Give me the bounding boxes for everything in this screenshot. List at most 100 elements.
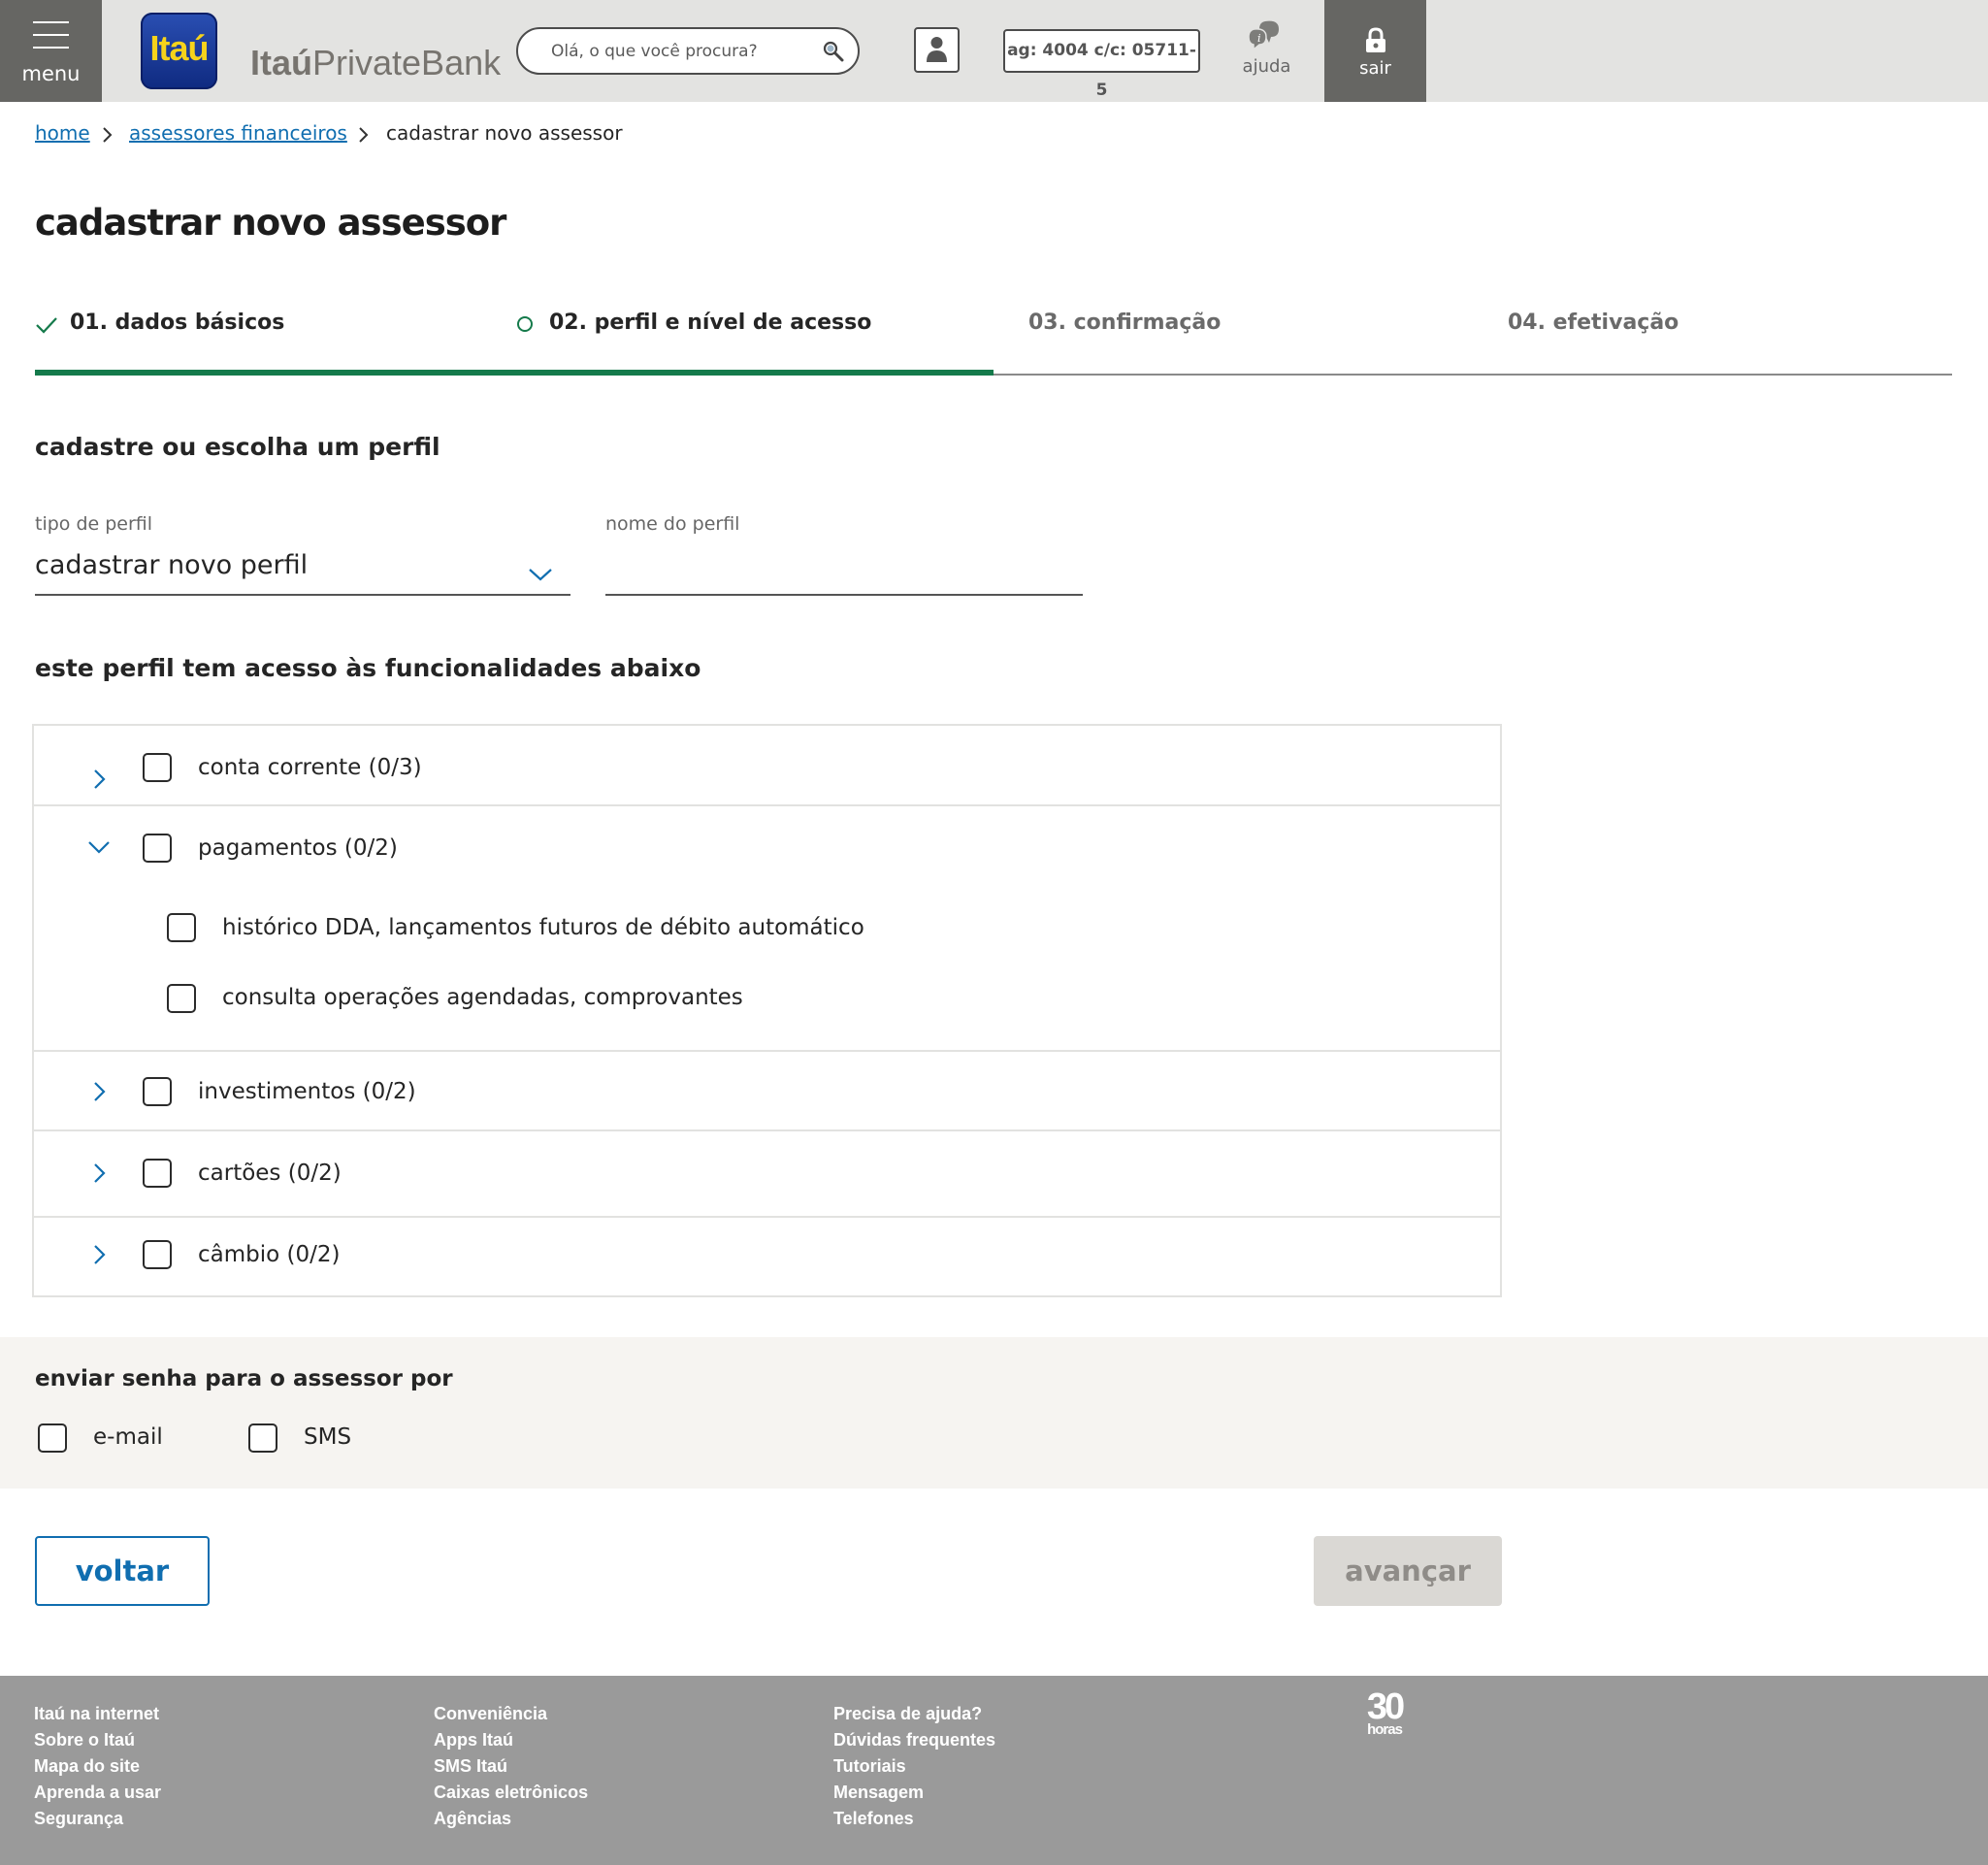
- profile-name-input[interactable]: [605, 548, 1083, 589]
- account-info[interactable]: ag: 4004 c/c: 05711-5: [1003, 29, 1200, 100]
- logout-label: sair: [1359, 58, 1391, 79]
- menu-label: menu: [21, 62, 81, 85]
- profile-name-underline: [605, 594, 1083, 596]
- footer-link[interactable]: Mensagem: [833, 1780, 995, 1806]
- menu-button[interactable]: menu: [0, 0, 102, 102]
- badge-number: 30: [1366, 1686, 1405, 1727]
- footer-link[interactable]: Conveniência: [434, 1701, 588, 1727]
- footer-column-conveniencia: Conveniência Apps Itaú SMS Itaú Caixas e…: [434, 1701, 588, 1832]
- row-divider: [34, 804, 1500, 806]
- features-accordion: conta corrente (0/3) pagamentos (0/2) hi…: [32, 724, 1502, 1297]
- brand-bold: Itaú: [250, 43, 313, 82]
- row-divider: [34, 1216, 1500, 1218]
- profile-section-heading: cadastre ou escolha um perfil: [35, 433, 440, 461]
- footer-link[interactable]: Aprenda a usar: [34, 1780, 161, 1806]
- chevron-right-icon: [103, 127, 113, 143]
- help-button[interactable]: i ajuda: [1230, 17, 1303, 85]
- checkbox-consulta-operacoes[interactable]: [167, 984, 196, 1013]
- chevron-right-icon[interactable]: [87, 768, 111, 791]
- badge-text: horas: [1367, 1721, 1403, 1738]
- row-divider: [34, 1129, 1500, 1131]
- search-input[interactable]: [551, 39, 813, 64]
- password-heading: enviar senha para o assessor por: [35, 1366, 453, 1391]
- user-profile-button[interactable]: [914, 27, 960, 73]
- row-divider: [34, 1050, 1500, 1052]
- step-perfil-nivel-acesso[interactable]: 02. perfil e nível de acesso: [549, 311, 871, 335]
- chevron-right-icon[interactable]: [87, 1080, 111, 1103]
- footer-link[interactable]: Agências: [434, 1806, 588, 1832]
- footer-link[interactable]: Tutoriais: [833, 1753, 995, 1780]
- footer-link[interactable]: Telefones: [833, 1806, 995, 1832]
- checkbox-historico-dda[interactable]: [167, 913, 196, 942]
- brand-name: ItaúPrivateBank: [250, 43, 501, 83]
- footer-link[interactable]: Caixas eletrônicos: [434, 1780, 588, 1806]
- step-dados-basicos[interactable]: 01. dados básicos: [70, 311, 284, 335]
- group-label-conta-corrente: conta corrente (0/3): [198, 755, 422, 780]
- logo-text: Itaú: [149, 28, 209, 68]
- chevron-down-icon[interactable]: [528, 567, 553, 582]
- chevron-right-icon[interactable]: [87, 1162, 111, 1185]
- step-efetivacao[interactable]: 04. efetivação: [1508, 311, 1678, 335]
- checkbox-sms[interactable]: [248, 1423, 277, 1453]
- footer-column-institucional: Itaú na internet Sobre o Itaú Mapa do si…: [34, 1701, 161, 1832]
- checkbox-pagamentos[interactable]: [143, 834, 172, 863]
- checkbox-cambio[interactable]: [143, 1240, 172, 1269]
- checkbox-conta-corrente[interactable]: [143, 753, 172, 782]
- progress-bar: [35, 370, 994, 376]
- profile-type-underline: [35, 594, 570, 596]
- breadcrumb-home-link[interactable]: home: [35, 121, 90, 145]
- footer-column-ajuda: Precisa de ajuda? Dúvidas frequentes Tut…: [833, 1701, 995, 1832]
- profile-name-label: nome do perfil: [605, 513, 740, 535]
- checkbox-investimentos[interactable]: [143, 1077, 172, 1106]
- item-label-historico-dda: histórico DDA, lançamentos futuros de dé…: [222, 915, 864, 940]
- group-label-cambio: câmbio (0/2): [198, 1242, 341, 1267]
- footer-link[interactable]: Dúvidas frequentes: [833, 1727, 995, 1753]
- brand-light: PrivateBank: [312, 43, 502, 82]
- step-confirmacao[interactable]: 03. confirmação: [1028, 311, 1221, 335]
- breadcrumb-current: cadastrar novo assessor: [386, 121, 623, 145]
- features-heading: este perfil tem acesso às funcionalidade…: [35, 654, 701, 682]
- option-label-email: e-mail: [93, 1424, 163, 1450]
- footer-link[interactable]: Mapa do site: [34, 1753, 161, 1780]
- search-icon[interactable]: [823, 41, 844, 62]
- chevron-down-icon[interactable]: [87, 835, 111, 859]
- svg-text:i: i: [1257, 32, 1261, 45]
- page-title: cadastrar novo assessor: [35, 202, 506, 244]
- option-label-sms: SMS: [304, 1424, 352, 1450]
- footer: Itaú na internet Sobre o Itaú Mapa do si…: [0, 1676, 1988, 1865]
- chevron-right-icon: [359, 127, 369, 143]
- breadcrumb-advisors-link[interactable]: assessores financeiros: [129, 121, 347, 145]
- step-current-circle-icon: [517, 316, 533, 332]
- group-label-pagamentos: pagamentos (0/2): [198, 835, 398, 861]
- lock-icon: [1366, 27, 1385, 52]
- profile-type-select[interactable]: cadastrar novo perfil: [35, 550, 308, 580]
- check-icon: [36, 317, 57, 334]
- footer-link[interactable]: Apps Itaú: [434, 1727, 588, 1753]
- next-button[interactable]: avançar: [1314, 1536, 1502, 1606]
- back-button[interactable]: voltar: [35, 1536, 210, 1606]
- checkbox-cartoes[interactable]: [143, 1159, 172, 1188]
- top-header: menu Itaú ItaúPrivateBank ag: 4004 c/c: …: [0, 0, 1988, 102]
- footer-link[interactable]: Precisa de ajuda?: [833, 1701, 995, 1727]
- footer-link[interactable]: SMS Itaú: [434, 1753, 588, 1780]
- breadcrumb-advisors[interactable]: assessores financeiros: [129, 121, 347, 145]
- search-box: [516, 27, 860, 75]
- item-label-consulta-operacoes: consulta operações agendadas, comprovant…: [222, 985, 743, 1010]
- password-delivery-section: enviar senha para o assessor por e-mail …: [0, 1337, 1988, 1489]
- itau-logo[interactable]: Itaú: [141, 13, 217, 89]
- 30-horas-logo: 30 horas: [1361, 1686, 1408, 1738]
- footer-link[interactable]: Itaú na internet: [34, 1701, 161, 1727]
- footer-link[interactable]: Segurança: [34, 1806, 161, 1832]
- checkbox-email[interactable]: [38, 1423, 67, 1453]
- help-label: ajuda: [1242, 56, 1291, 77]
- chat-bubble-icon: i: [1248, 20, 1279, 51]
- logout-button[interactable]: sair: [1324, 0, 1426, 102]
- group-label-cartoes: cartões (0/2): [198, 1161, 342, 1186]
- chevron-right-icon[interactable]: [87, 1243, 111, 1266]
- profile-type-label: tipo de perfil: [35, 513, 153, 535]
- hamburger-icon: [33, 21, 69, 49]
- group-label-investimentos: investimentos (0/2): [198, 1079, 416, 1104]
- footer-link[interactable]: Sobre o Itaú: [34, 1727, 161, 1753]
- user-icon: [927, 37, 947, 62]
- breadcrumb-home[interactable]: home: [35, 121, 90, 145]
